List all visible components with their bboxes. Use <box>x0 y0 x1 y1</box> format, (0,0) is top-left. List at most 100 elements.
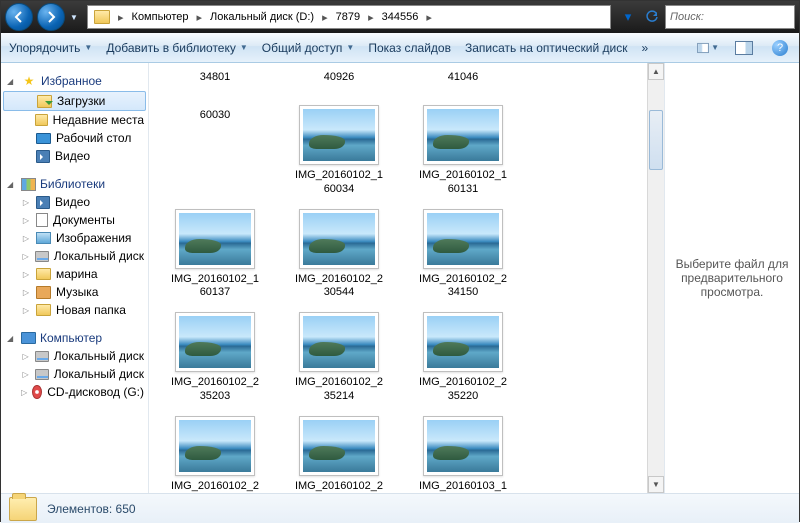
file-item[interactable]: IMG_20160103_122602 <box>403 412 523 494</box>
file-item[interactable]: IMG_20160102_160034 <box>279 101 399 201</box>
expand-icon: ▷ <box>21 234 31 243</box>
file-item[interactable]: IMG_20160102_234150 <box>403 205 523 305</box>
folder-icon <box>36 304 51 316</box>
burn-button[interactable]: Записать на оптический диск <box>465 41 628 55</box>
file-thumbnail <box>423 105 503 165</box>
breadcrumb-segment[interactable]: 7879 <box>330 6 366 28</box>
file-item[interactable]: IMG_20160102_235220 <box>403 308 523 408</box>
expand-icon: ▷ <box>21 216 31 225</box>
sidebar-item-label: Локальный диск <box>54 367 144 381</box>
dl-icon <box>37 95 52 108</box>
file-thumbnail <box>423 416 503 476</box>
file-thumbnail <box>175 416 255 476</box>
nav-back-button[interactable] <box>5 3 33 31</box>
breadcrumb-segment[interactable]: Локальный диск (D:) <box>204 6 320 28</box>
refresh-button[interactable] <box>641 6 663 28</box>
organize-menu[interactable]: Упорядочить▼ <box>9 41 92 55</box>
breadcrumb-segment[interactable]: Компьютер <box>126 6 195 28</box>
command-bar: Упорядочить▼ Добавить в библиотеку▼ Общи… <box>1 33 799 63</box>
preview-pane-button[interactable] <box>733 37 755 59</box>
file-thumbnail <box>423 312 503 372</box>
sidebar-item[interactable]: ▷марина <box>1 265 148 283</box>
sidebar-item-label: Документы <box>53 213 115 227</box>
file-item[interactable]: 40926 <box>279 63 399 97</box>
nav-forward-button[interactable] <box>37 3 65 31</box>
file-name: IMG_20160102_235220 <box>419 376 507 404</box>
file-thumbnail <box>299 416 379 476</box>
sidebar-item-label: Видео <box>55 149 90 163</box>
sidebar-item[interactable]: ▷Видео <box>1 147 148 165</box>
sidebar-item[interactable]: ▷Локальный диск <box>1 247 148 265</box>
help-button[interactable]: ? <box>769 37 791 59</box>
img-icon <box>36 232 51 244</box>
preview-empty-text: Выберите файл для предварительного просм… <box>671 257 793 299</box>
expand-icon: ▷ <box>21 388 27 397</box>
file-name: IMG_20160102_235315 <box>171 480 259 494</box>
preview-pane: Выберите файл для предварительного просм… <box>664 63 799 493</box>
sidebar-item-label: Загрузки <box>57 94 105 108</box>
file-item[interactable]: IMG_20160102_235203 <box>155 308 275 408</box>
sidebar-item-label: Видео <box>55 195 90 209</box>
sidebar-item[interactable]: ▷Рабочий стол <box>1 129 148 147</box>
desk-icon <box>36 133 51 144</box>
file-name: IMG_20160102_160034 <box>295 169 383 197</box>
file-item[interactable]: IMG_20160102_160137 <box>155 205 275 305</box>
sidebar-item[interactable]: ▷Недавние места <box>1 111 148 129</box>
computer-header[interactable]: ◢ Компьютер <box>1 329 148 347</box>
folder-icon <box>9 497 37 521</box>
file-name: IMG_20160102_235328 <box>295 480 383 494</box>
file-item[interactable]: IMG_20160102_160131 <box>403 101 523 201</box>
file-item[interactable]: IMG_20160102_235315 <box>155 412 275 494</box>
toolbar-overflow[interactable]: » <box>641 41 648 55</box>
scroll-thumb[interactable] <box>649 110 663 170</box>
share-menu[interactable]: Общий доступ▼ <box>262 41 355 55</box>
sidebar-item[interactable]: ▷Локальный диск <box>1 347 148 365</box>
scroll-track[interactable] <box>648 80 664 476</box>
file-item[interactable]: 60030 <box>155 101 275 135</box>
address-dropdown[interactable]: ▾ <box>617 6 639 28</box>
cd-icon <box>32 385 42 399</box>
file-item[interactable]: IMG_20160102_230544 <box>279 205 399 305</box>
star-icon: ★ <box>21 73 37 89</box>
history-dropdown[interactable]: ▼ <box>67 4 81 30</box>
scroll-down-button[interactable]: ▼ <box>648 476 664 493</box>
scroll-up-button[interactable]: ▲ <box>648 63 664 80</box>
sidebar-item[interactable]: ▷ Изображения <box>1 229 148 247</box>
drv-icon <box>35 251 49 262</box>
folder-icon <box>94 10 110 24</box>
search-input[interactable]: Поиск: <box>665 5 795 29</box>
file-name: IMG_20160102_160137 <box>171 273 259 301</box>
sidebar-item[interactable]: ▷ Документы <box>1 211 148 229</box>
file-item[interactable]: 34801 <box>155 63 275 97</box>
expand-icon: ▷ <box>21 270 31 279</box>
add-to-library-menu[interactable]: Добавить в библиотеку▼ <box>106 41 247 55</box>
vertical-scrollbar[interactable]: ▲ ▼ <box>647 63 664 493</box>
file-thumbnail <box>299 105 379 165</box>
sidebar-item[interactable]: ▷Новая папка <box>1 301 148 319</box>
breadcrumb-segment[interactable]: 344556 <box>376 6 425 28</box>
sidebar-item-label: Изображения <box>56 231 131 245</box>
sidebar-item-label: CD-дисковод (G:) <box>47 385 144 399</box>
file-thumbnail <box>175 312 255 372</box>
status-bar: Элементов: 650 <box>1 493 799 523</box>
file-name: IMG_20160103_122602 <box>419 480 507 494</box>
libraries-header[interactable]: ◢ Библиотеки <box>1 175 148 193</box>
sidebar-item[interactable]: ▷Локальный диск <box>1 365 148 383</box>
favorites-header[interactable]: ◢★ Избранное <box>1 71 148 91</box>
sidebar-item[interactable]: ▷Видео <box>1 193 148 211</box>
view-options-button[interactable]: ▼ <box>697 37 719 59</box>
slideshow-button[interactable]: Показ слайдов <box>368 41 451 55</box>
address-bar[interactable]: ▸ Компьютер ▸ Локальный диск (D:) ▸ 7879… <box>87 5 611 29</box>
file-item[interactable]: IMG_20160102_235214 <box>279 308 399 408</box>
sidebar-item[interactable]: ▷Загрузки <box>3 91 146 111</box>
drv-icon <box>35 351 49 362</box>
file-name: IMG_20160102_235214 <box>295 376 383 404</box>
sidebar-item[interactable]: ▷ CD-дисковод (G:) <box>1 383 148 401</box>
item-count: Элементов: 650 <box>47 502 136 516</box>
file-name: IMG_20160102_230544 <box>295 273 383 301</box>
sidebar-item[interactable]: ▷Музыка <box>1 283 148 301</box>
file-item[interactable]: 41046 <box>403 63 523 97</box>
file-item[interactable]: IMG_20160102_235328 <box>279 412 399 494</box>
sidebar-item-label: Музыка <box>56 285 98 299</box>
file-list[interactable]: 348014092641046 60030 IMG_20160102_160034 I… <box>149 63 647 493</box>
